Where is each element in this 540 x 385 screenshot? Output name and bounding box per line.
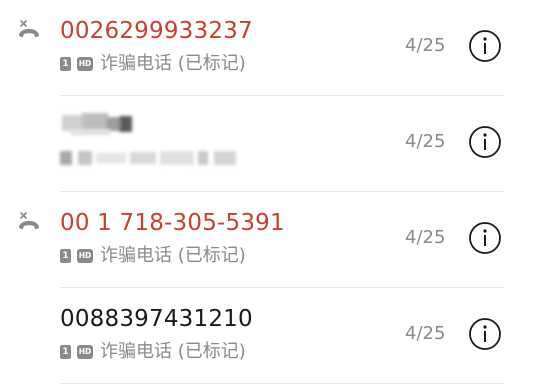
call-log-row[interactable]: 4/25 xyxy=(0,96,540,192)
hd-icon: HD xyxy=(77,249,93,263)
sim-1-icon: 1 xyxy=(60,57,71,71)
blurred-call-details xyxy=(60,147,240,167)
hd-icon: HD xyxy=(77,345,93,359)
call-date: 4/25 xyxy=(405,227,446,248)
phone-number: 00 1 718-305-5391 xyxy=(60,210,285,236)
call-details: 1 HD 诈骗电话 (已标记) xyxy=(60,244,246,268)
phone-number: 0088397431210 xyxy=(60,306,253,332)
blurred-contact-name xyxy=(62,113,136,135)
call-date: 4/25 xyxy=(405,323,446,344)
info-icon[interactable] xyxy=(468,317,502,351)
info-icon[interactable] xyxy=(468,29,502,63)
hd-icon: HD xyxy=(77,57,93,71)
call-label: 诈骗电话 (已标记) xyxy=(100,53,246,74)
call-label: 诈骗电话 (已标记) xyxy=(100,341,246,362)
missed-call-icon xyxy=(19,20,39,38)
missed-call-icon xyxy=(19,212,39,230)
sim-1-icon: 1 xyxy=(60,249,71,263)
call-date: 4/25 xyxy=(405,131,446,152)
call-log-row[interactable]: 0026299933237 1 HD 诈骗电话 (已标记) 4/25 xyxy=(0,0,540,96)
call-details: 1 HD 诈骗电话 (已标记) xyxy=(60,52,246,76)
call-log-row[interactable]: 0088397431210 1 HD 诈骗电话 (已标记) 4/25 xyxy=(0,288,540,384)
call-log-row[interactable]: 00 1 718-305-5391 1 HD 诈骗电话 (已标记) 4/25 xyxy=(0,192,540,288)
phone-number: 0026299933237 xyxy=(60,18,253,44)
row-divider xyxy=(60,383,504,384)
sim-1-icon: 1 xyxy=(60,345,71,359)
call-label: 诈骗电话 (已标记) xyxy=(100,245,246,266)
call-date: 4/25 xyxy=(405,35,446,56)
info-icon[interactable] xyxy=(468,125,502,159)
info-icon[interactable] xyxy=(468,221,502,255)
call-details: 1 HD 诈骗电话 (已标记) xyxy=(60,340,246,364)
call-log-list: 0026299933237 1 HD 诈骗电话 (已标记) 4/25 4/25 … xyxy=(0,0,540,385)
